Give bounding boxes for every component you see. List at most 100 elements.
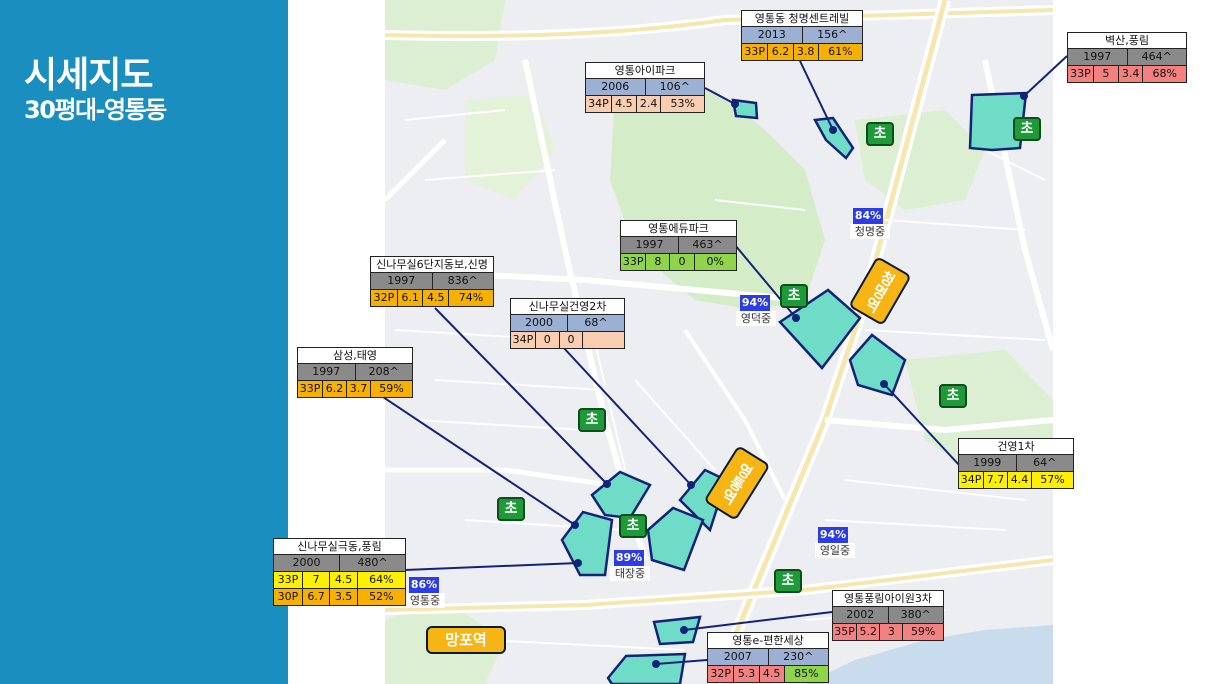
complex-area-taejang: [646, 506, 705, 572]
meta-row: 2000 68^: [510, 315, 625, 332]
complex-name: 벽산,풍림: [1067, 32, 1187, 49]
jeonse-cell: 4.5: [759, 666, 785, 682]
year-cell: 1997: [621, 237, 679, 253]
ratio-cell: 68%: [1143, 66, 1186, 82]
size-cell: 32P: [708, 666, 735, 682]
ratio-cell: 61%: [818, 44, 862, 60]
households-cell: 480^: [357, 556, 388, 569]
meta-row: 2007 230^: [707, 649, 829, 666]
ratio-cell: 0%: [694, 254, 736, 270]
price-card-sinnamusil-geukdong[interactable]: 신나무실극동,풍림 2000 480^ 33P 7 4.5 64% 30P 6.7 3.5 52%: [273, 538, 406, 606]
complex-area-pungrim-ivill3: [652, 615, 702, 646]
price-row: 33P 6.2 3.7 59%: [297, 381, 413, 398]
middle-school-rate: 89%: [614, 550, 644, 566]
complex-area-cheongmyeong-central: [813, 116, 855, 160]
jeonse-cell: 4.4: [1008, 472, 1032, 488]
households-cell: 208^: [368, 365, 399, 378]
size-cell: 33P: [274, 572, 303, 588]
price-card-sinnamusil-geonyoung2[interactable]: 신나무실건영2차 2000 68^ 34P 0 0: [510, 298, 625, 349]
price-cell: 6.1: [397, 290, 424, 306]
price-cell: 6.7: [302, 589, 331, 605]
jeonse-cell: 2.4: [636, 96, 662, 112]
complex-name: 건영1차: [958, 438, 1074, 455]
complex-name: 신나무실건영2차: [510, 298, 625, 315]
year-cell: 2002: [833, 607, 889, 623]
price-card-cheongmyeong-central[interactable]: 영통동 청명센트레빌 2013 156^ 33P 6.2 3.8 61%: [741, 10, 863, 61]
ratio-cell: 57%: [1031, 472, 1073, 488]
size-cell: 34P: [586, 96, 612, 112]
year-cell: 2000: [274, 555, 340, 571]
price-card-edupark[interactable]: 영통에듀파크 1997 463^ 33P 8 0 0%: [620, 220, 737, 271]
complex-name: 신나무실극동,풍림: [273, 538, 406, 555]
meta-row: 2013 156^: [741, 27, 863, 44]
middle-school-rate: 86%: [409, 577, 439, 593]
price-card-yeongtong-ipark[interactable]: 영통아이파크 2006 106^ 34P 4.5 2.4 53%: [585, 62, 705, 113]
jeonse-cell: 3: [880, 624, 904, 640]
complex-name: 영통에듀파크: [620, 220, 737, 237]
complex-area-geonyoung1: [848, 333, 907, 397]
meta-row: 1999 64^: [958, 455, 1074, 472]
station-mangpo[interactable]: 망포역: [426, 626, 506, 654]
ratio-cell: 59%: [903, 624, 943, 640]
price-card-pungrim-ivill3[interactable]: 영통풍림아이원3차 2002 380^ 35P 5.2 3 59%: [832, 590, 944, 641]
size-cell: 30P: [274, 589, 303, 605]
middle-school-rate: 94%: [818, 527, 848, 543]
jeonse-cell: 3.7: [347, 381, 371, 397]
size-cell: 33P: [298, 381, 324, 397]
year-cell: 2000: [511, 315, 568, 331]
size-cell: 33P: [621, 254, 647, 270]
households-cell: 156^: [817, 28, 848, 41]
households-cell: 230^: [783, 650, 814, 663]
price-card-e-pyeonhan[interactable]: 영통e-편한세상 2007 230^ 32P 5.3 4.5 85%: [707, 632, 829, 683]
price-card-byeoksan-pungrim[interactable]: 벽산,풍림 1997 464^ 33P 5 3.4 68%: [1067, 32, 1187, 83]
households-cell: 64^: [1033, 456, 1057, 469]
price-card-samsung-taeyoung[interactable]: 삼성,태영 1997 208^ 33P 6.2 3.7 59%: [297, 347, 413, 398]
ratio-cell: 85%: [784, 666, 828, 682]
price-cell: 5.2: [857, 624, 881, 640]
price-row: 33P 7 4.5 64%: [273, 572, 406, 589]
price-cell: 4.5: [611, 96, 637, 112]
meta-row: 2000 480^: [273, 555, 406, 572]
households-cell: 106^: [659, 80, 690, 93]
meta-row: 1997 208^: [297, 364, 413, 381]
elementary-school-icon: 초: [578, 408, 606, 432]
size-cell: 32P: [371, 290, 398, 306]
elementary-school-icon: 초: [939, 384, 967, 408]
meta-row: 1997 463^: [620, 237, 737, 254]
households-cell: 464^: [1141, 50, 1172, 63]
jeonse-cell: 0: [670, 254, 695, 270]
jeonse-cell: 3.4: [1118, 66, 1144, 82]
price-card-sinnamusil-6[interactable]: 신나무실6단지동보,신명 1997 836^ 32P 6.1 4.5 74%: [370, 256, 494, 307]
size-cell: 33P: [742, 44, 769, 60]
price-row: 35P 5.2 3 59%: [832, 624, 944, 641]
price-row: 30P 6.7 3.5 52%: [273, 589, 406, 606]
middle-school-name: 영덕중: [736, 311, 776, 326]
price-row: 32P 6.1 4.5 74%: [370, 290, 494, 307]
price-row: 34P 4.5 2.4 53%: [585, 96, 705, 113]
price-cell: 6.2: [323, 381, 348, 397]
jeonse-cell: 0: [559, 332, 584, 348]
size-cell: 35P: [833, 624, 858, 640]
meta-row: 1997 836^: [370, 273, 494, 290]
meta-row: 1997 464^: [1067, 49, 1187, 66]
middle-school-name: 영통중: [405, 593, 445, 608]
elementary-school-icon: 초: [774, 569, 802, 593]
elementary-school-icon: 초: [866, 122, 894, 146]
complex-name: 신나무실6단지동보,신명: [370, 256, 494, 273]
year-cell: 1997: [1068, 49, 1128, 65]
year-cell: 2006: [586, 79, 646, 95]
price-row: 34P 7.7 4.4 57%: [958, 472, 1074, 489]
year-cell: 1999: [959, 455, 1017, 471]
ratio-cell: 53%: [661, 96, 704, 112]
elementary-school-icon: 초: [780, 284, 808, 308]
price-cell: 0: [535, 332, 560, 348]
size-cell: 34P: [959, 472, 985, 488]
year-cell: 1997: [371, 273, 433, 289]
price-cell: 8: [646, 254, 671, 270]
price-card-geonyoung1[interactable]: 건영1차 1999 64^ 34P 7.7 4.4 57%: [958, 438, 1074, 489]
year-cell: 2007: [708, 649, 769, 665]
meta-row: 2006 106^: [585, 79, 705, 96]
households-cell: 380^: [900, 608, 931, 621]
size-cell: 33P: [1068, 66, 1094, 82]
ratio-cell: 52%: [357, 589, 405, 605]
